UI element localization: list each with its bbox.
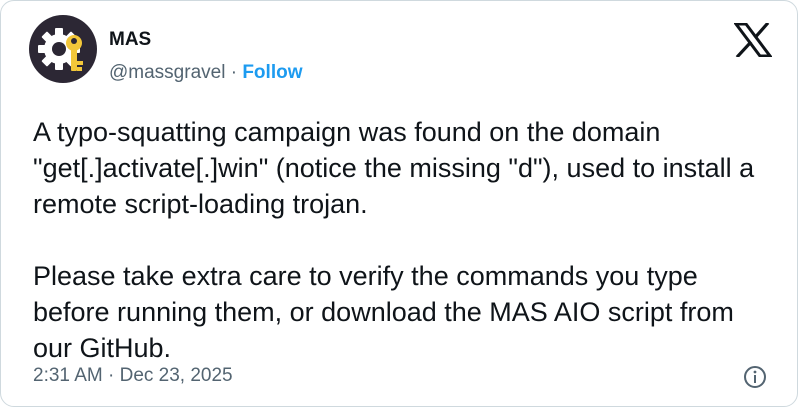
handle-separator: · — [225, 62, 243, 83]
tweet-text: A typo-squatting campaign was found on t… — [33, 114, 773, 366]
author-handle-row: @massgravel · Follow — [109, 62, 302, 84]
divider — [33, 406, 767, 407]
tweet-paragraph: Please take extra care to verify the com… — [33, 261, 734, 363]
tweet-paragraph: A typo-squatting campaign was found on t… — [33, 117, 755, 219]
gear-key-icon — [38, 28, 83, 71]
author-name[interactable]: MAS — [109, 29, 151, 51]
author-handle[interactable]: @massgravel — [109, 62, 225, 83]
x-logo-icon[interactable] — [734, 23, 772, 57]
avatar[interactable] — [29, 15, 97, 83]
follow-button[interactable]: Follow — [242, 62, 302, 83]
tweet-timestamp[interactable]: 2:31 AM · Dec 23, 2025 — [33, 365, 233, 387]
info-icon[interactable] — [743, 365, 767, 389]
tweet-card: MAS @massgravel · Follow A typo-squattin… — [0, 0, 798, 407]
